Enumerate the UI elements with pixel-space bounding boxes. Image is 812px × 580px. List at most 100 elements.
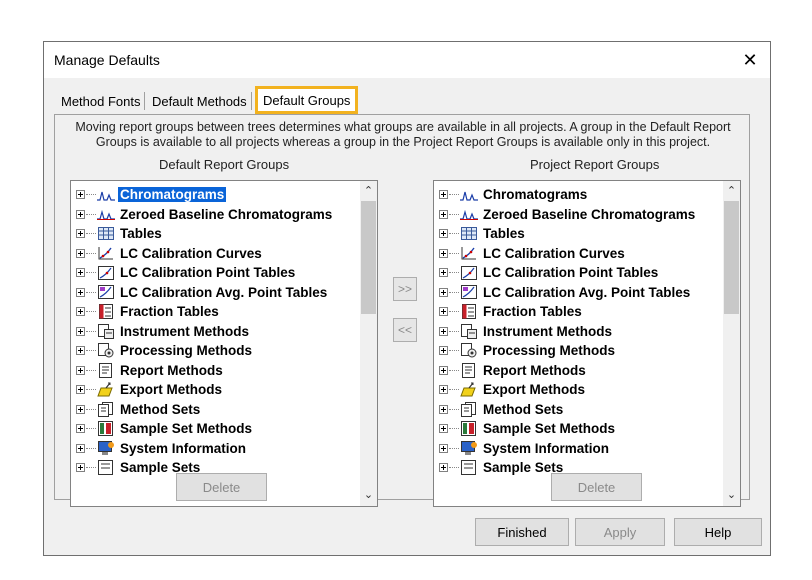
- tree-item-label[interactable]: Instrument Methods: [118, 324, 251, 339]
- tree-item-label[interactable]: Tables: [481, 226, 527, 241]
- expand-icon[interactable]: [76, 287, 85, 297]
- tree-item-label[interactable]: Fraction Tables: [481, 304, 584, 319]
- tree-item-label[interactable]: LC Calibration Point Tables: [481, 265, 660, 280]
- tree-item-label[interactable]: Zeroed Baseline Chromatograms: [118, 207, 334, 222]
- expand-icon[interactable]: [439, 307, 448, 317]
- default-delete-button[interactable]: Delete: [176, 473, 267, 501]
- tab-default-methods[interactable]: Default Methods: [147, 90, 252, 112]
- default-tree-scrollbar[interactable]: ⌃ ⌄: [360, 181, 377, 506]
- tree-item[interactable]: LC Calibration Curves: [71, 244, 377, 264]
- expand-icon[interactable]: [76, 463, 85, 473]
- tree-item-label[interactable]: Sample Set Methods: [481, 421, 617, 436]
- tree-item[interactable]: Zeroed Baseline Chromatograms: [71, 205, 377, 225]
- tree-item[interactable]: System Information: [434, 439, 740, 459]
- expand-icon[interactable]: [439, 209, 448, 219]
- expand-icon[interactable]: [439, 365, 448, 375]
- tree-item-label[interactable]: Export Methods: [481, 382, 587, 397]
- expand-icon[interactable]: [439, 287, 448, 297]
- tree-item[interactable]: Method Sets: [434, 400, 740, 420]
- default-report-groups-tree[interactable]: Chromatograms Zeroed Baseline Chromatogra…: [70, 180, 378, 507]
- expand-icon[interactable]: [76, 346, 85, 356]
- scroll-thumb[interactable]: [724, 201, 739, 314]
- expand-icon[interactable]: [76, 209, 85, 219]
- tree-item[interactable]: Sample Set Methods: [71, 419, 377, 439]
- expand-icon[interactable]: [439, 248, 448, 258]
- scroll-thumb[interactable]: [361, 201, 376, 314]
- tree-item-label[interactable]: Method Sets: [481, 402, 565, 417]
- move-right-button[interactable]: >>: [393, 277, 417, 301]
- scroll-up-icon[interactable]: ⌃: [360, 183, 377, 200]
- tree-item[interactable]: Chromatograms: [434, 185, 740, 205]
- tree-item-label[interactable]: Report Methods: [481, 363, 588, 378]
- tree-item[interactable]: Processing Methods: [71, 341, 377, 361]
- tree-item-label[interactable]: Report Methods: [118, 363, 225, 378]
- tree-item-label[interactable]: System Information: [118, 441, 248, 456]
- tree-item[interactable]: LC Calibration Avg. Point Tables: [434, 283, 740, 303]
- tree-item[interactable]: Chromatograms: [71, 185, 377, 205]
- tree-item-label[interactable]: Processing Methods: [481, 343, 617, 358]
- expand-icon[interactable]: [76, 307, 85, 317]
- tree-item-label[interactable]: Tables: [118, 226, 164, 241]
- tree-item-label[interactable]: LC Calibration Avg. Point Tables: [118, 285, 329, 300]
- project-report-groups-tree[interactable]: Chromatograms Zeroed Baseline Chromatogra…: [433, 180, 741, 507]
- expand-icon[interactable]: [76, 424, 85, 434]
- tree-item-label[interactable]: LC Calibration Point Tables: [118, 265, 297, 280]
- tree-item-label[interactable]: Chromatograms: [481, 187, 589, 202]
- tree-item[interactable]: Report Methods: [434, 361, 740, 381]
- finished-button[interactable]: Finished: [475, 518, 569, 546]
- move-left-button[interactable]: <<: [393, 318, 417, 342]
- tree-item[interactable]: Export Methods: [71, 380, 377, 400]
- close-icon[interactable]: ✕: [730, 42, 770, 78]
- help-button[interactable]: Help: [674, 518, 762, 546]
- scroll-up-icon[interactable]: ⌃: [723, 183, 740, 200]
- tree-item[interactable]: LC Calibration Point Tables: [434, 263, 740, 283]
- tab-default-groups[interactable]: Default Groups: [255, 86, 359, 114]
- tree-item[interactable]: LC Calibration Avg. Point Tables: [71, 283, 377, 303]
- expand-icon[interactable]: [439, 229, 448, 239]
- expand-icon[interactable]: [76, 326, 85, 336]
- tree-item[interactable]: Instrument Methods: [71, 322, 377, 342]
- tree-item[interactable]: Processing Methods: [434, 341, 740, 361]
- tree-item[interactable]: LC Calibration Curves: [434, 244, 740, 264]
- tree-item[interactable]: Method Sets: [71, 400, 377, 420]
- tree-item-label[interactable]: LC Calibration Curves: [481, 246, 627, 261]
- project-tree-scrollbar[interactable]: ⌃ ⌄: [723, 181, 740, 506]
- expand-icon[interactable]: [76, 443, 85, 453]
- expand-icon[interactable]: [439, 190, 448, 200]
- tree-item-label[interactable]: Processing Methods: [118, 343, 254, 358]
- expand-icon[interactable]: [76, 268, 85, 278]
- tree-item-label[interactable]: Instrument Methods: [481, 324, 614, 339]
- expand-icon[interactable]: [439, 404, 448, 414]
- tree-item-label[interactable]: Fraction Tables: [118, 304, 221, 319]
- expand-icon[interactable]: [439, 268, 448, 278]
- project-delete-button[interactable]: Delete: [551, 473, 642, 501]
- expand-icon[interactable]: [439, 346, 448, 356]
- expand-icon[interactable]: [439, 424, 448, 434]
- tree-item[interactable]: Tables: [71, 224, 377, 244]
- expand-icon[interactable]: [439, 443, 448, 453]
- tree-item[interactable]: Sample Set Methods: [434, 419, 740, 439]
- tree-item[interactable]: System Information: [71, 439, 377, 459]
- tab-method-fonts[interactable]: Method Fonts: [56, 90, 146, 112]
- tree-item[interactable]: Export Methods: [434, 380, 740, 400]
- tree-item-label[interactable]: LC Calibration Avg. Point Tables: [481, 285, 692, 300]
- expand-icon[interactable]: [76, 248, 85, 258]
- expand-icon[interactable]: [76, 229, 85, 239]
- tree-item-label[interactable]: Chromatograms: [118, 187, 227, 203]
- expand-icon[interactable]: [439, 463, 448, 473]
- tree-item[interactable]: Zeroed Baseline Chromatograms: [434, 205, 740, 225]
- scroll-down-icon[interactable]: ⌄: [360, 487, 377, 504]
- tree-item[interactable]: Tables: [434, 224, 740, 244]
- tree-item-label[interactable]: System Information: [481, 441, 611, 456]
- tree-item-label[interactable]: Sample Set Methods: [118, 421, 254, 436]
- expand-icon[interactable]: [439, 326, 448, 336]
- tree-item-label[interactable]: Zeroed Baseline Chromatograms: [481, 207, 697, 222]
- tree-item[interactable]: LC Calibration Point Tables: [71, 263, 377, 283]
- tree-item[interactable]: Fraction Tables: [71, 302, 377, 322]
- tree-item-label[interactable]: Export Methods: [118, 382, 224, 397]
- scroll-down-icon[interactable]: ⌄: [723, 487, 740, 504]
- expand-icon[interactable]: [439, 385, 448, 395]
- apply-button[interactable]: Apply: [575, 518, 665, 546]
- expand-icon[interactable]: [76, 404, 85, 414]
- tree-item[interactable]: Report Methods: [71, 361, 377, 381]
